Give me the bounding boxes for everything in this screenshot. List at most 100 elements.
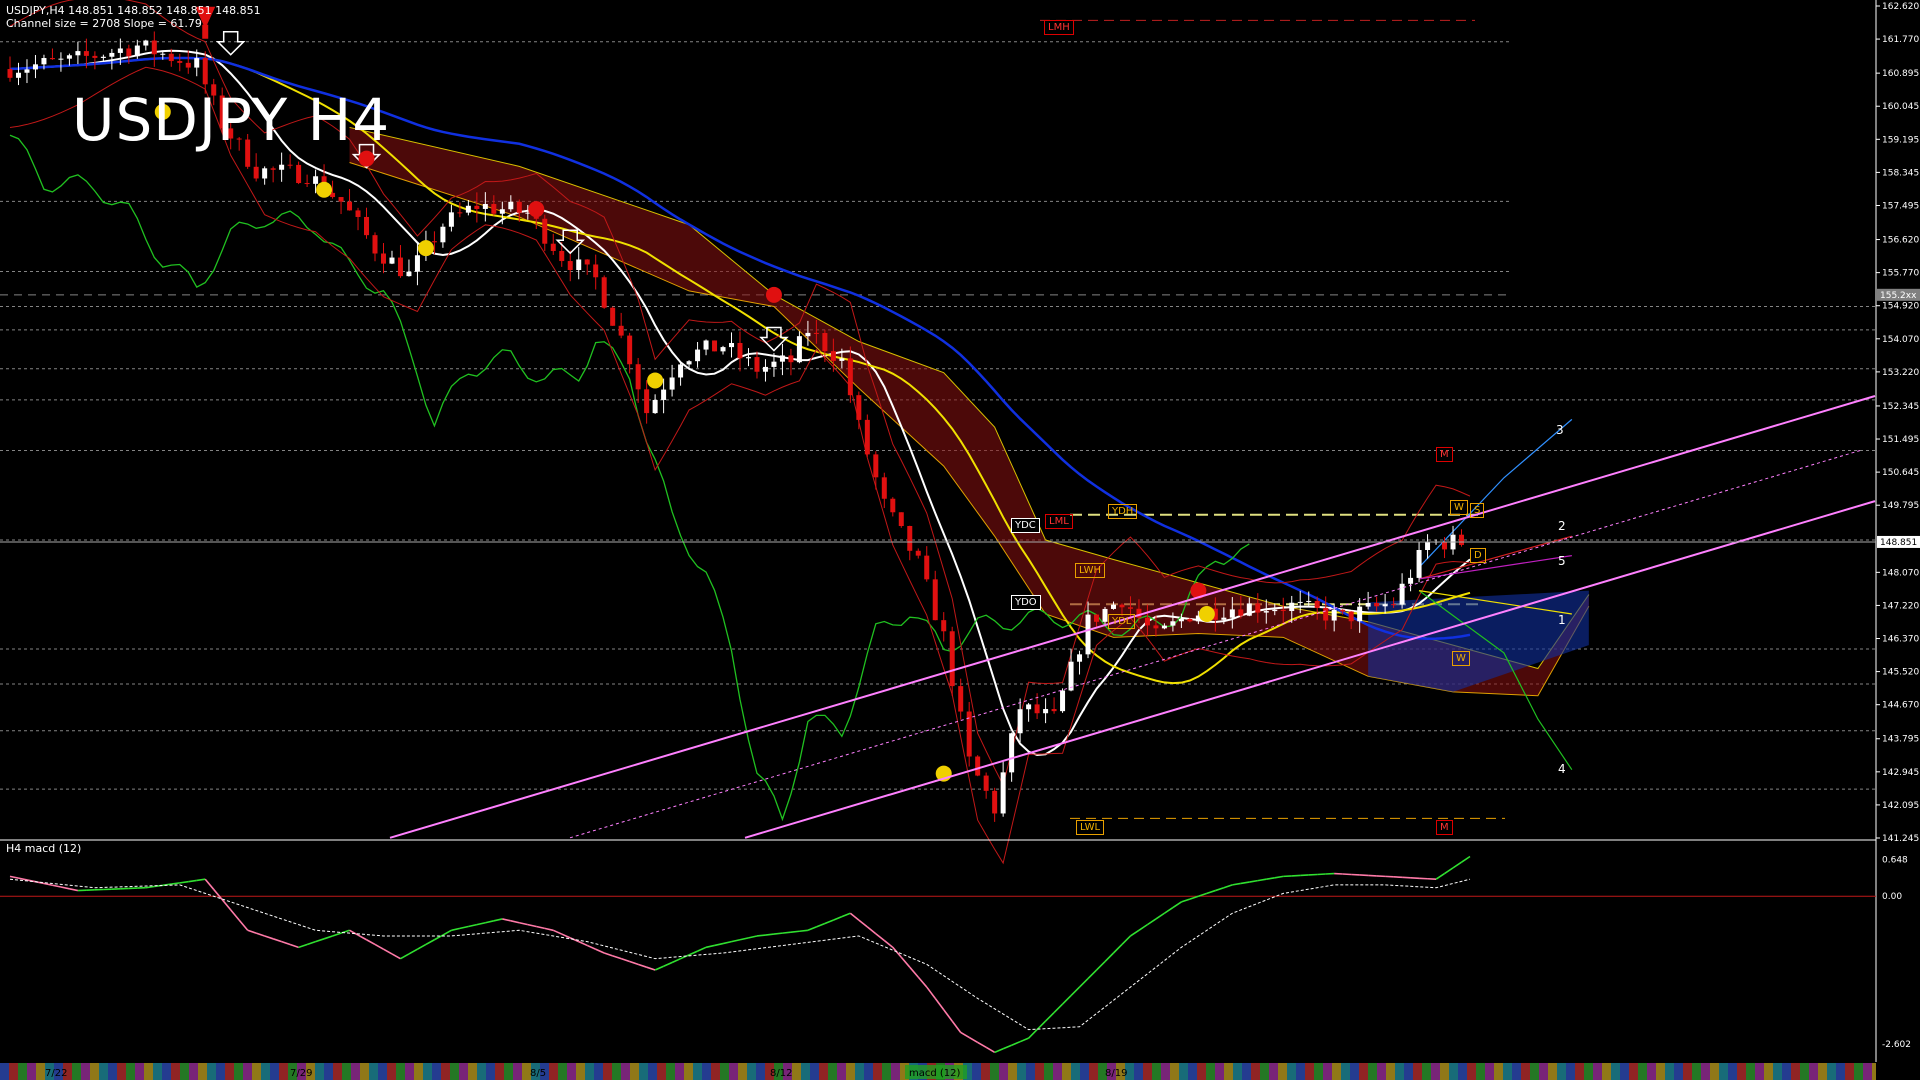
candle-bearish bbox=[1187, 618, 1193, 622]
date-bar-segment bbox=[360, 1063, 369, 1080]
date-bar-segment bbox=[477, 1063, 486, 1080]
candle-bullish bbox=[15, 72, 21, 78]
candle-bearish bbox=[915, 550, 921, 556]
candle-bullish bbox=[1408, 577, 1414, 584]
date-bar-segment bbox=[1728, 1063, 1737, 1080]
candle-bullish bbox=[779, 355, 785, 362]
date-bar-segment bbox=[1440, 1063, 1449, 1080]
candle-bearish bbox=[372, 235, 378, 254]
date-bar-segment bbox=[180, 1063, 189, 1080]
price-tick-label: 144.670 bbox=[1882, 701, 1919, 711]
date-bar-segment bbox=[0, 1063, 9, 1080]
date-bar-segment bbox=[1152, 1063, 1161, 1080]
price-tick-label: 142.095 bbox=[1882, 801, 1919, 811]
price-chart[interactable]: 162.620 161.770 160.895 160.045 159.195 158.3… bbox=[0, 0, 1920, 1080]
date-bar-segment bbox=[1431, 1063, 1440, 1080]
candle-bullish bbox=[58, 58, 64, 60]
date-bar-segment bbox=[423, 1063, 432, 1080]
candle-bearish bbox=[992, 790, 998, 814]
date-bar-segment bbox=[1170, 1063, 1179, 1080]
macd-main-segment bbox=[374, 943, 384, 950]
macd-main-segment bbox=[502, 918, 511, 922]
candle-bullish bbox=[499, 209, 505, 214]
date-bar-segment bbox=[747, 1063, 756, 1080]
candle-bullish bbox=[1026, 704, 1032, 710]
macd-main-segment bbox=[917, 976, 928, 988]
candle-bullish bbox=[279, 164, 285, 170]
level-box-lmh: LMH bbox=[1044, 20, 1074, 35]
candle-bearish bbox=[1094, 614, 1100, 622]
candle-bullish bbox=[134, 45, 140, 57]
date-bar-segment bbox=[369, 1063, 378, 1080]
candle-bearish bbox=[1238, 609, 1244, 616]
candle-bearish bbox=[627, 335, 633, 365]
date-bar-segment bbox=[72, 1063, 81, 1080]
date-bar-segment bbox=[135, 1063, 144, 1080]
candle-bearish bbox=[347, 201, 353, 211]
candle-bullish bbox=[32, 64, 38, 70]
date-bar-segment bbox=[1251, 1063, 1260, 1080]
date-bar-segment bbox=[414, 1063, 423, 1080]
date-bar-segment bbox=[1836, 1063, 1845, 1080]
candle-bullish bbox=[1263, 611, 1269, 613]
candle-bearish bbox=[168, 53, 174, 62]
candle-bearish bbox=[1034, 704, 1040, 714]
macd-main-segment bbox=[1028, 1029, 1038, 1039]
wave-label-4: 4 bbox=[1558, 762, 1566, 776]
date-axis[interactable]: 7/22 7/29 8/5 8/12 8/19 macd (12) bbox=[0, 1063, 1876, 1080]
macd-main-segment bbox=[1121, 935, 1132, 946]
macd-main-segment bbox=[60, 886, 70, 890]
candle-bullish bbox=[1365, 602, 1371, 607]
macd-main-segment bbox=[985, 1046, 996, 1054]
date-bar-segment bbox=[1305, 1063, 1314, 1080]
highlight-price-label: 148.851 bbox=[1880, 538, 1917, 548]
macd-main-segment bbox=[391, 953, 401, 960]
date-bar-segment bbox=[1359, 1063, 1368, 1080]
candle-bullish bbox=[448, 212, 454, 227]
candle-bullish bbox=[686, 361, 692, 365]
candle-bearish bbox=[983, 775, 989, 791]
macd-main-segment bbox=[841, 912, 851, 918]
date-bar-segment bbox=[1611, 1063, 1620, 1080]
date-bar-segment bbox=[1143, 1063, 1152, 1080]
macd-main-segment bbox=[1172, 901, 1182, 909]
macd-main-segment bbox=[756, 934, 766, 937]
candle-bullish bbox=[109, 52, 115, 57]
candle-bearish bbox=[754, 357, 760, 372]
date-bar-segment bbox=[999, 1063, 1008, 1080]
macd-main-segment bbox=[807, 926, 817, 932]
macd-panel: 0.648 0.00 -2.602 bbox=[0, 855, 1911, 1054]
candle-bullish bbox=[1331, 609, 1337, 621]
level-box-lwh: LWH bbox=[1075, 563, 1106, 578]
candle-bearish bbox=[559, 250, 565, 262]
date-bar-segment bbox=[603, 1063, 612, 1080]
macd-main-segment bbox=[909, 966, 919, 978]
price-tick-label: 155.770 bbox=[1882, 269, 1919, 279]
date-bar-segment bbox=[1818, 1063, 1827, 1080]
candle-bullish bbox=[695, 349, 701, 362]
date-bar-segment bbox=[207, 1063, 216, 1080]
macd-main-segment bbox=[646, 966, 656, 971]
macd-main-segment bbox=[468, 923, 478, 928]
candle-bullish bbox=[143, 40, 149, 46]
candle-bullish bbox=[1102, 608, 1108, 622]
date-bar-segment bbox=[1530, 1063, 1539, 1080]
macd-main-segment bbox=[790, 930, 800, 933]
buy-signal-icon bbox=[417, 240, 434, 257]
date-bar-segment bbox=[243, 1063, 252, 1080]
macd-main-segment bbox=[230, 909, 240, 921]
candle-bearish bbox=[338, 197, 344, 202]
candle-bearish bbox=[304, 183, 310, 185]
macd-main-segment bbox=[204, 878, 215, 890]
date-bar-segment bbox=[1800, 1063, 1809, 1080]
date-bar-segment bbox=[1026, 1063, 1035, 1080]
macd-main-segment bbox=[1266, 877, 1275, 881]
macd-main-segment bbox=[875, 933, 885, 942]
date-bar-segment bbox=[117, 1063, 126, 1080]
date-bar-segment bbox=[459, 1063, 468, 1080]
wave-label-5: 5 bbox=[1558, 554, 1566, 568]
candle-bearish bbox=[1144, 617, 1150, 626]
macd-main-segment bbox=[824, 919, 834, 925]
date-bar-segment bbox=[1692, 1063, 1701, 1080]
candle-bearish bbox=[712, 340, 718, 352]
